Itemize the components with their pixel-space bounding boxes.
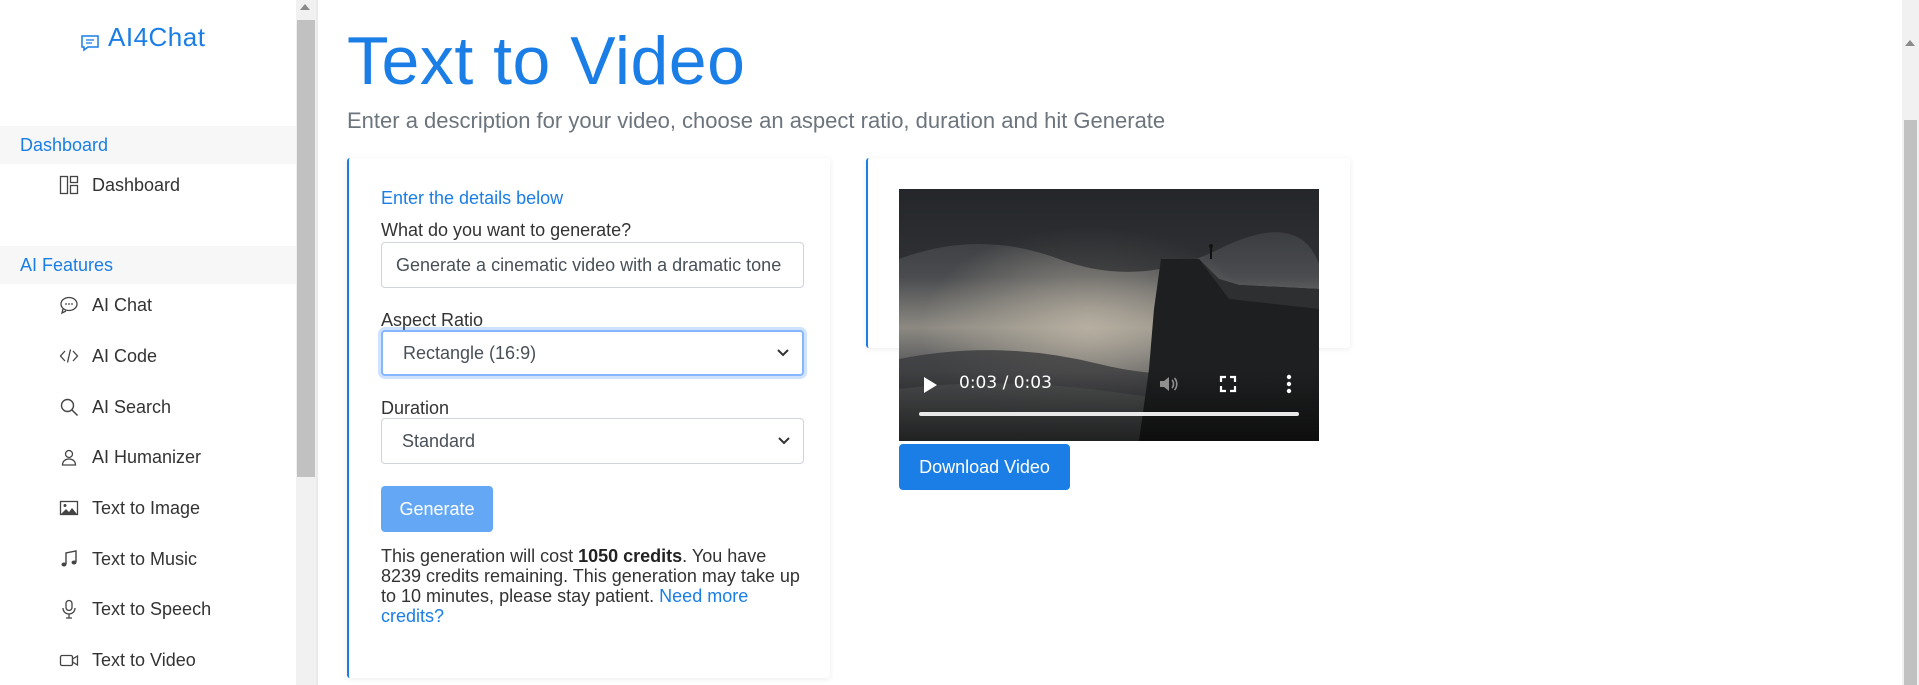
sidebar-item-ai-chat[interactable]: AI Chat <box>58 294 152 316</box>
section-dashboard: Dashboard <box>0 126 296 164</box>
sidebar-item-ai-code[interactable]: AI Code <box>58 345 157 367</box>
page-scrollbar-thumb[interactable] <box>1904 120 1917 685</box>
sidebar-item-label: AI Humanizer <box>92 446 202 467</box>
generate-button[interactable]: Generate <box>381 486 493 532</box>
cost-notice: This generation will cost 1050 credits. … <box>381 546 801 626</box>
video-time: 0:03 / 0:03 <box>959 373 1052 393</box>
video-camera-icon <box>58 649 80 671</box>
chat-bubble-icon <box>58 294 80 316</box>
sidebar-item-label: Text to Speech <box>92 598 212 619</box>
sidebar-item-label: Text to Music <box>92 548 198 569</box>
play-icon[interactable] <box>921 375 939 395</box>
video-player[interactable]: 0:03 / 0:03 <box>899 189 1319 441</box>
sidebar-item-text-to-speech[interactable]: Text to Speech <box>58 598 211 620</box>
cost-amount: 1050 credits <box>578 546 683 566</box>
fullscreen-icon[interactable] <box>1219 375 1237 393</box>
aspect-ratio-value: Rectangle (16:9) <box>403 343 537 363</box>
code-icon <box>58 345 80 367</box>
scroll-up-arrow-icon[interactable] <box>1905 40 1915 46</box>
search-icon <box>58 396 80 418</box>
chevron-down-icon <box>777 349 789 357</box>
download-video-button[interactable]: Download Video <box>899 444 1070 490</box>
cost-prefix: This generation will cost <box>381 546 579 566</box>
brand-logo[interactable]: AI4Chat <box>80 22 205 53</box>
sidebar-divider <box>316 0 318 685</box>
dashboard-icon <box>58 174 80 196</box>
page-title: Text to Video <box>347 23 746 99</box>
sidebar-item-label: AI Code <box>92 345 158 366</box>
music-note-icon <box>58 548 80 570</box>
volume-muted-icon[interactable] <box>1158 374 1180 394</box>
image-icon <box>58 497 80 519</box>
sidebar-item-text-to-image[interactable]: Text to Image <box>58 497 200 519</box>
duration-label: Duration <box>381 398 450 418</box>
scroll-up-arrow-icon[interactable] <box>300 4 310 10</box>
microphone-icon <box>58 598 80 620</box>
page-subtitle: Enter a description for your video, choo… <box>347 108 1166 133</box>
prompt-label: What do you want to generate? <box>381 220 632 240</box>
video-progress-bar[interactable] <box>919 412 1299 416</box>
more-options-icon[interactable] <box>1285 374 1293 394</box>
aspect-ratio-label: Aspect Ratio <box>381 310 484 330</box>
duration-select[interactable]: Standard <box>381 418 804 464</box>
sidebar-item-text-to-video[interactable]: Text to Video <box>58 649 196 671</box>
section-ai-features: AI Features <box>0 246 296 284</box>
chat-logo-icon <box>81 34 99 51</box>
duration-value: Standard <box>402 431 476 451</box>
generation-form-card: Enter the details below What do you want… <box>347 158 830 678</box>
brand-name: AI4Chat <box>108 22 206 52</box>
sidebar: AI4Chat Dashboard Dashboard AI Features … <box>0 0 296 685</box>
sidebar-item-dashboard[interactable]: Dashboard <box>58 174 180 196</box>
person-icon <box>58 446 80 468</box>
chevron-down-icon <box>778 437 790 445</box>
sidebar-item-ai-search[interactable]: AI Search <box>58 396 171 418</box>
sidebar-scrollbar-thumb[interactable] <box>297 20 315 477</box>
sidebar-item-ai-humanizer[interactable]: AI Humanizer <box>58 446 201 468</box>
sidebar-item-label: AI Search <box>92 396 172 417</box>
sidebar-item-label: AI Chat <box>92 294 153 315</box>
prompt-input[interactable]: Generate a cinematic video with a dramat… <box>381 242 804 288</box>
form-heading: Enter the details below <box>381 188 564 208</box>
sidebar-item-label: Dashboard <box>92 174 181 195</box>
sidebar-item-label: Text to Image <box>92 497 201 518</box>
sidebar-item-text-to-music[interactable]: Text to Music <box>58 548 197 570</box>
aspect-ratio-select[interactable]: Rectangle (16:9) <box>381 330 804 376</box>
sidebar-item-label: Text to Video <box>92 649 196 670</box>
